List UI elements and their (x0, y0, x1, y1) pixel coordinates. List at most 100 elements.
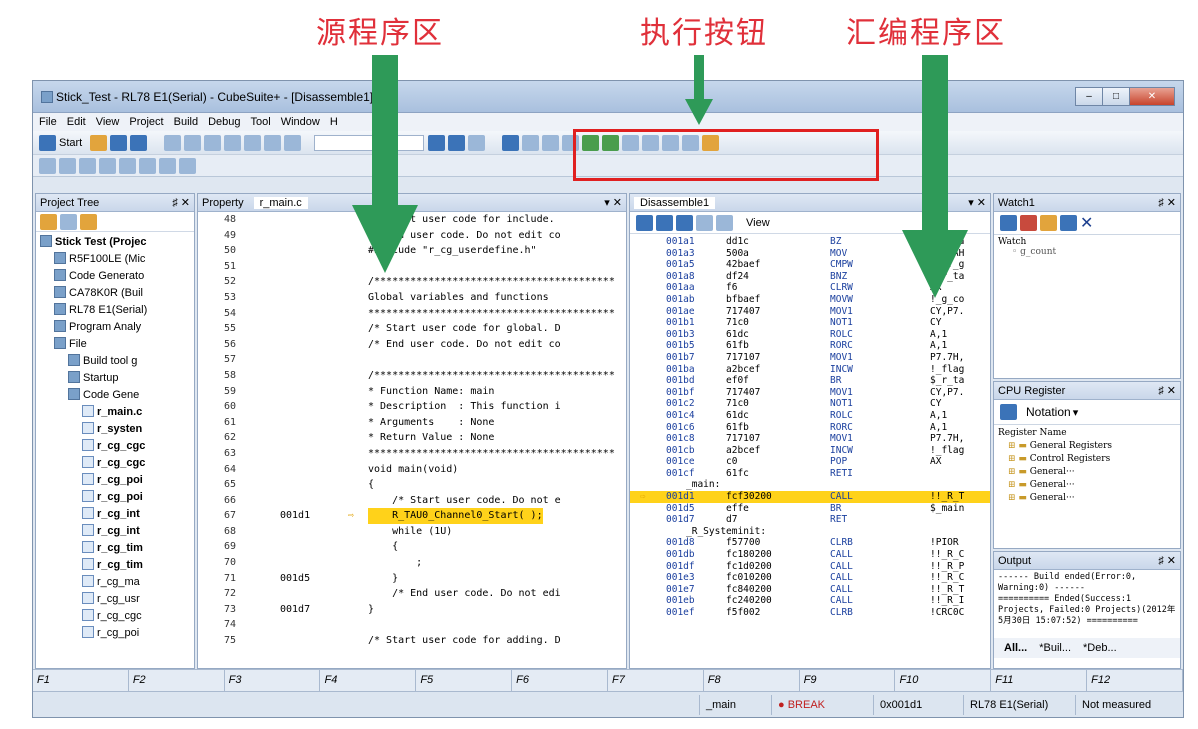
tree-item[interactable]: r_cg_tim (40, 557, 194, 574)
fkey-f5[interactable]: F5 (416, 670, 513, 691)
tree-item[interactable]: r_cg_tim (40, 540, 194, 557)
tree-item[interactable]: RL78 E1(Serial) (40, 302, 194, 319)
output-tab-build[interactable]: *Buil... (1039, 642, 1071, 654)
tool-a-icon[interactable] (39, 157, 56, 174)
watch-item[interactable]: ◦ g_count (998, 247, 1176, 257)
menu-view[interactable]: View (96, 116, 120, 128)
tree-user-icon[interactable] (80, 213, 97, 230)
tree-item[interactable]: r_cg_int (40, 506, 194, 523)
tree-prop-icon[interactable] (60, 213, 77, 230)
tab-property[interactable]: Property (202, 197, 244, 209)
register-group[interactable]: ⊞ ▬ General··· (998, 466, 1176, 479)
disasm-tool-b-icon[interactable] (656, 214, 673, 231)
restart-icon[interactable] (522, 134, 540, 151)
download-icon[interactable] (428, 134, 446, 151)
tree-item[interactable]: r_cg_ma (40, 574, 194, 591)
fkey-f10[interactable]: F10 (895, 670, 992, 691)
menu-build[interactable]: Build (174, 116, 198, 128)
fkey-f12[interactable]: F12 (1087, 670, 1183, 691)
register-group[interactable]: ⊞ ▬ Control Registers (998, 453, 1176, 466)
tree-item[interactable]: Startup (40, 370, 194, 387)
tree-item[interactable]: r_cg_cgc (40, 608, 194, 625)
bookmark-icon[interactable] (284, 134, 302, 151)
output-tab-all[interactable]: All... (1004, 642, 1027, 654)
fkey-f9[interactable]: F9 (800, 670, 896, 691)
register-group[interactable]: ⊞ ▬ General Registers (998, 440, 1176, 453)
tree-item[interactable]: r_cg_poi (40, 625, 194, 642)
minimize-button[interactable]: – (1075, 87, 1103, 106)
fkey-f3[interactable]: F3 (225, 670, 321, 691)
watch-edit-icon[interactable] (1040, 215, 1057, 231)
tree-item[interactable]: Stick Test (Projec (40, 234, 194, 251)
tree-item[interactable]: CA78K0R (Buil (40, 285, 194, 302)
tree-item[interactable]: r_cg_usr (40, 591, 194, 608)
output-tab-debug[interactable]: *Deb... (1083, 642, 1117, 654)
save-all-icon[interactable] (130, 134, 148, 151)
redo-icon[interactable] (244, 134, 262, 151)
source-code-area[interactable]: 48/* Start user code for include. 49/* E… (198, 212, 626, 652)
cpu-refresh-icon[interactable] (1000, 404, 1017, 420)
connect-icon[interactable] (448, 134, 466, 151)
fkey-f4[interactable]: F4 (320, 670, 417, 691)
register-group[interactable]: ⊞ ▬ General··· (998, 492, 1176, 505)
tab-r-main-c[interactable]: r_main.c (253, 196, 308, 209)
watch-delete-icon[interactable]: ✕ (1080, 213, 1093, 233)
tree-item[interactable]: r_systen (40, 421, 194, 438)
menu-window[interactable]: Window (281, 116, 320, 128)
editor-close-icon[interactable]: ▾ ✕ (604, 196, 622, 209)
menu-h[interactable]: H (330, 116, 338, 128)
disasm-close-icon[interactable]: ▾ ✕ (968, 196, 986, 209)
tree-item[interactable]: Build tool g (40, 353, 194, 370)
tool-c-icon[interactable] (79, 157, 96, 174)
disconnect-icon[interactable] (468, 134, 486, 151)
watch-close-icon[interactable]: ♯ ✕ (1158, 196, 1176, 209)
fkey-f1[interactable]: F1 (33, 670, 129, 691)
find-icon[interactable] (264, 134, 282, 151)
paste-icon[interactable] (204, 134, 222, 151)
copy-icon[interactable] (184, 134, 202, 151)
tool-b-icon[interactable] (59, 157, 76, 174)
menu-tool[interactable]: Tool (251, 116, 271, 128)
tool-d-icon[interactable] (99, 157, 116, 174)
pin-close-icon[interactable]: ♯ ✕ (172, 196, 190, 209)
tree-item[interactable]: Code Generato (40, 268, 194, 285)
tool-f-icon[interactable] (139, 157, 156, 174)
save-icon[interactable] (110, 134, 128, 151)
tree-item[interactable]: Program Analy (40, 319, 194, 336)
tree-up-icon[interactable] (40, 213, 57, 230)
watch-refresh-icon[interactable] (1020, 215, 1037, 231)
register-group[interactable]: ⊞ ▬ General··· (998, 479, 1176, 492)
return-icon[interactable] (542, 134, 560, 151)
notation-button[interactable]: Notation (1026, 405, 1071, 419)
build-icon[interactable] (90, 134, 108, 151)
watch-add-icon[interactable] (1000, 215, 1017, 231)
menu-debug[interactable]: Debug (208, 116, 240, 128)
fkey-f8[interactable]: F8 (704, 670, 800, 691)
close-button[interactable]: ✕ (1129, 87, 1175, 106)
tool-e-icon[interactable] (119, 157, 136, 174)
tree-item[interactable]: r_cg_poi (40, 472, 194, 489)
tree-item[interactable]: r_cg_cgc (40, 438, 194, 455)
undo-icon[interactable] (224, 134, 242, 151)
view-menu-button[interactable]: View (746, 217, 770, 229)
cpu-close-icon[interactable]: ♯ ✕ (1158, 384, 1176, 397)
maximize-button[interactable]: □ (1102, 87, 1130, 106)
tool-g-icon[interactable] (159, 157, 176, 174)
fkey-f6[interactable]: F6 (512, 670, 608, 691)
disasm-tool-d-icon[interactable] (696, 214, 713, 231)
cut-icon[interactable] (164, 134, 182, 151)
disasm-tool-c-icon[interactable] (676, 214, 693, 231)
tree-item[interactable]: r_main.c (40, 404, 194, 421)
tool-h-icon[interactable] (179, 157, 196, 174)
fkey-f7[interactable]: F7 (608, 670, 704, 691)
menu-edit[interactable]: Edit (67, 116, 86, 128)
fkey-f11[interactable]: F11 (991, 670, 1088, 691)
menu-file[interactable]: File (39, 116, 57, 128)
tree-item[interactable]: Code Gene (40, 387, 194, 404)
tree-item[interactable]: r_cg_cgc (40, 455, 194, 472)
tree-item[interactable]: File (40, 336, 194, 353)
tree-item[interactable]: r_cg_int (40, 523, 194, 540)
start-button[interactable]: Start (39, 134, 82, 151)
tree-item[interactable]: R5F100LE (Mic (40, 251, 194, 268)
disasm-tool-a-icon[interactable] (636, 214, 653, 231)
